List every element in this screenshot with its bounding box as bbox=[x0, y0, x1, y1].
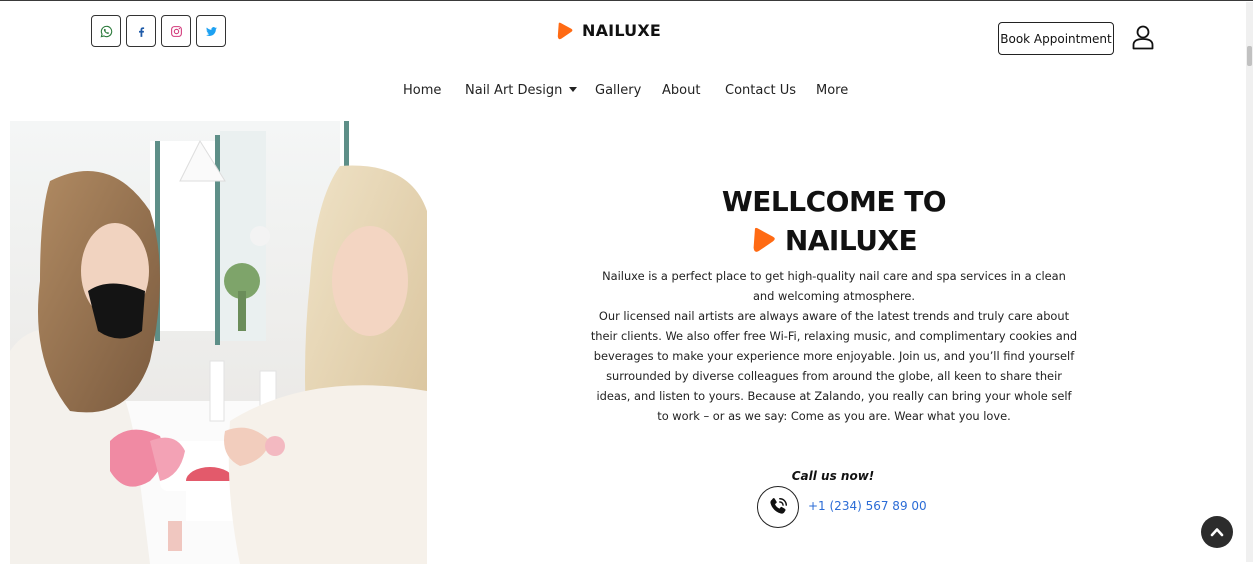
nav-item-gallery[interactable]: Gallery bbox=[595, 83, 641, 98]
salon-illustration bbox=[10, 121, 427, 564]
welcome-brand-name: NAILUXE bbox=[784, 223, 918, 257]
book-appointment-button[interactable]: Book Appointment bbox=[998, 22, 1114, 55]
welcome-paragraph: Nailuxe is a perfect place to get high-q… bbox=[602, 269, 1066, 303]
nav-item-more[interactable]: More bbox=[816, 83, 848, 98]
facebook-icon bbox=[138, 26, 144, 37]
window-top-border bbox=[0, 0, 1253, 1]
user-account-icon[interactable] bbox=[1131, 24, 1155, 50]
nav-item-contact-us[interactable]: Contact Us bbox=[725, 83, 796, 98]
twitter-button[interactable] bbox=[196, 15, 226, 47]
call-us-label: Call us now! bbox=[791, 469, 875, 483]
nav-item-nail-art-design[interactable]: Nail Art Design bbox=[465, 83, 578, 98]
brand-name: NAILUXE bbox=[582, 21, 662, 40]
scroll-to-top-button[interactable] bbox=[1201, 516, 1233, 548]
instagram-icon bbox=[170, 25, 182, 37]
welcome-paragraph: Our licensed nail artists are always awa… bbox=[590, 309, 1078, 423]
social-links bbox=[91, 15, 226, 47]
main-nav: Home Nail Art Design Gallery About Conta… bbox=[0, 83, 1253, 103]
phone-icon bbox=[770, 498, 787, 514]
brand-logo[interactable]: NAILUXE bbox=[556, 21, 661, 40]
scrollbar-thumb[interactable] bbox=[1247, 46, 1252, 66]
twitter-icon bbox=[205, 26, 217, 36]
nav-item-home[interactable]: Home bbox=[403, 83, 441, 98]
whatsapp-icon bbox=[100, 25, 112, 37]
phone-number-link[interactable]: +1 (234) 567 89 00 bbox=[808, 499, 927, 513]
brand-mark-icon bbox=[557, 22, 573, 39]
welcome-description: Nailuxe is a perfect place to get high-q… bbox=[590, 266, 1078, 426]
whatsapp-button[interactable] bbox=[91, 15, 121, 47]
facebook-button[interactable] bbox=[126, 15, 156, 47]
chevron-down-icon bbox=[569, 87, 578, 92]
nav-item-about[interactable]: About bbox=[662, 83, 700, 98]
welcome-title: WELLCOME TO bbox=[721, 185, 947, 218]
hero-salon-image bbox=[10, 121, 427, 564]
welcome-section: WELLCOME TO NAILUXE Nailuxe is a perfect… bbox=[590, 184, 1078, 426]
brand-mark-icon bbox=[753, 227, 775, 252]
welcome-brand-line: NAILUXE bbox=[590, 220, 1078, 260]
instagram-button[interactable] bbox=[161, 15, 191, 47]
nav-item-label: Nail Art Design bbox=[465, 83, 563, 98]
chevron-up-icon bbox=[1210, 528, 1224, 537]
phone-call-button[interactable] bbox=[757, 486, 799, 528]
